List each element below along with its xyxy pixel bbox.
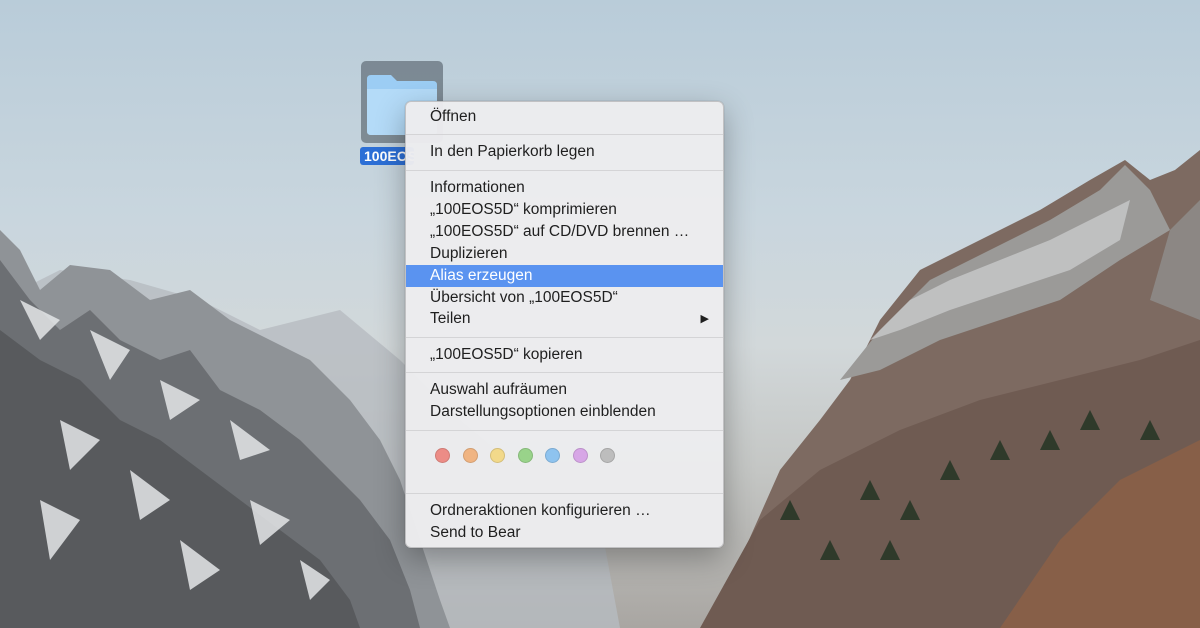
menu-separator bbox=[406, 337, 723, 338]
menu-item-label: „100EOS5D“ kopieren bbox=[430, 346, 583, 363]
menu-item-label: Duplizieren bbox=[430, 245, 508, 262]
menu-item-label: Send to Bear bbox=[430, 524, 521, 541]
menu-item-open[interactable]: Öffnen bbox=[406, 106, 723, 128]
menu-item-label: In den Papierkorb legen bbox=[430, 143, 595, 160]
menu-item-label: Auswahl aufräumen bbox=[430, 381, 567, 398]
menu-item-send-to-bear[interactable]: Send to Bear bbox=[406, 522, 723, 544]
orange-tag-icon[interactable] bbox=[462, 448, 478, 463]
menu-separator bbox=[406, 170, 723, 171]
menu-item-compress[interactable]: „100EOS5D“ komprimieren bbox=[406, 199, 723, 221]
menu-item-move-to-trash[interactable]: In den Papierkorb legen bbox=[406, 141, 723, 163]
menu-separator bbox=[406, 372, 723, 373]
menu-item-label: Teilen bbox=[430, 310, 471, 327]
menu-item-label: Ordneraktionen konfigurieren … bbox=[430, 502, 651, 519]
menu-item-folder-actions[interactable]: Ordneraktionen konfigurieren … bbox=[406, 500, 723, 522]
menu-item-label: Öffnen bbox=[430, 108, 477, 125]
menu-item-clean-up[interactable]: Auswahl aufräumen bbox=[406, 379, 723, 401]
submenu-arrow-icon: ▶ bbox=[700, 313, 709, 325]
menu-item-share[interactable]: Teilen ▶ bbox=[406, 308, 723, 330]
blue-tag-icon[interactable] bbox=[545, 448, 560, 463]
menu-item-label: „100EOS5D“ auf CD/DVD brennen … bbox=[430, 223, 690, 240]
gray-tag-icon[interactable] bbox=[600, 448, 615, 463]
menu-item-label: Alias erzeugen bbox=[430, 267, 533, 284]
menu-item-label: Übersicht von „100EOS5D“ bbox=[430, 289, 618, 306]
menu-item-copy[interactable]: „100EOS5D“ kopieren bbox=[406, 344, 723, 366]
menu-item-quick-look[interactable]: Übersicht von „100EOS5D“ bbox=[406, 287, 723, 309]
purple-tag-icon[interactable] bbox=[572, 448, 588, 463]
menu-item-label: Darstellungsoptionen einblenden bbox=[430, 403, 656, 420]
menu-item-get-info[interactable]: Informationen bbox=[406, 177, 723, 199]
menu-separator bbox=[406, 134, 723, 135]
green-tag-icon[interactable] bbox=[517, 448, 533, 463]
menu-separator bbox=[406, 493, 723, 494]
yellow-tag-icon[interactable] bbox=[490, 448, 505, 463]
red-tag-icon[interactable] bbox=[435, 448, 450, 463]
menu-item-label: Informationen bbox=[430, 179, 525, 196]
menu-item-make-alias[interactable]: Alias erzeugen bbox=[406, 265, 723, 287]
menu-item-burn-disc[interactable]: „100EOS5D“ auf CD/DVD brennen … bbox=[406, 221, 723, 243]
menu-item-label: „100EOS5D“ komprimieren bbox=[430, 201, 617, 218]
context-menu: Öffnen In den Papierkorb legen Informati… bbox=[405, 101, 724, 548]
menu-separator bbox=[406, 430, 723, 431]
menu-item-duplicate[interactable]: Duplizieren bbox=[406, 243, 723, 265]
menu-item-show-view-options[interactable]: Darstellungsoptionen einblenden bbox=[406, 401, 723, 423]
